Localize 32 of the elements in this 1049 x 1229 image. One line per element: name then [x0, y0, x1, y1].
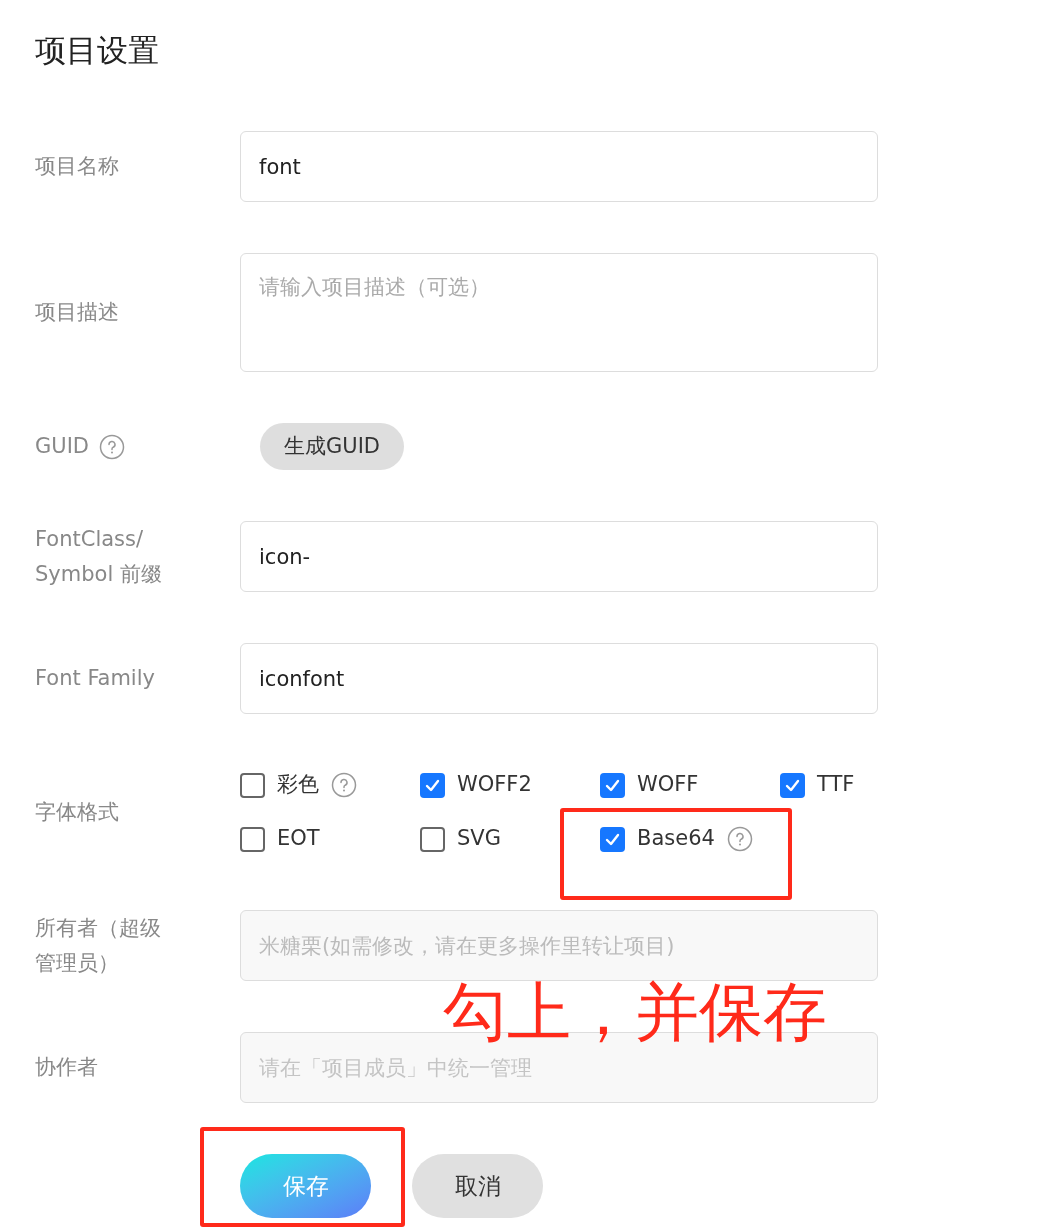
checkbox-label: TTF — [817, 771, 855, 799]
field-label: 项目描述 — [35, 299, 119, 326]
page-title: 项目设置 — [35, 31, 159, 70]
text-field[interactable]: icon- — [240, 521, 878, 592]
text-field[interactable]: font — [240, 131, 878, 202]
field-label: Font Family — [35, 665, 155, 692]
help-icon[interactable] — [331, 772, 357, 798]
checkbox-label: 彩色 — [277, 771, 319, 799]
field-label: GUID — [35, 433, 89, 460]
checkbox-label: SVG — [457, 825, 501, 853]
checkbox[interactable] — [420, 826, 445, 852]
field-label: 字体格式 — [35, 798, 119, 826]
checkbox[interactable] — [240, 826, 265, 852]
field-label: FontClass/ Symbol 前缀 — [35, 525, 163, 588]
field-label: 协作者 — [35, 1054, 98, 1081]
field-label: 项目名称 — [35, 153, 119, 180]
cancel-button[interactable]: 取消 — [412, 1154, 543, 1218]
checkbox[interactable] — [600, 772, 625, 798]
checkbox[interactable] — [600, 826, 625, 852]
checkbox-label: WOFF — [637, 771, 699, 799]
description-field[interactable]: 请输入项目描述（可选） — [240, 253, 878, 372]
checkbox[interactable] — [420, 772, 445, 798]
checkbox-label: WOFF2 — [457, 771, 532, 799]
help-icon[interactable] — [726, 826, 753, 852]
field-label: 所有者（超级管理员） — [35, 914, 162, 977]
checkbox-label: EOT — [277, 825, 320, 853]
checkbox[interactable] — [780, 772, 805, 798]
text-field[interactable]: iconfont — [240, 643, 878, 714]
help-icon[interactable] — [99, 433, 125, 460]
checkbox-label: Base64 — [637, 825, 715, 853]
generate-guid-button[interactable]: 生成GUID — [260, 423, 404, 470]
checkbox[interactable] — [240, 772, 265, 798]
